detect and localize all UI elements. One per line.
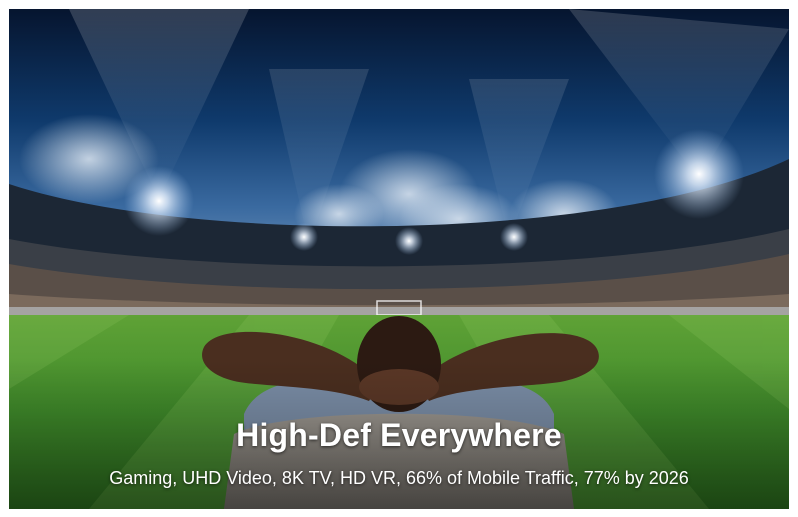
slide-title: High-Def Everywhere [236, 417, 562, 453]
hero-photo: High-Def Everywhere Gaming, UHD Video, 8… [9, 9, 789, 509]
slide-subtitle: Gaming, UHD Video, 8K TV, HD VR, 66% of … [109, 468, 689, 488]
